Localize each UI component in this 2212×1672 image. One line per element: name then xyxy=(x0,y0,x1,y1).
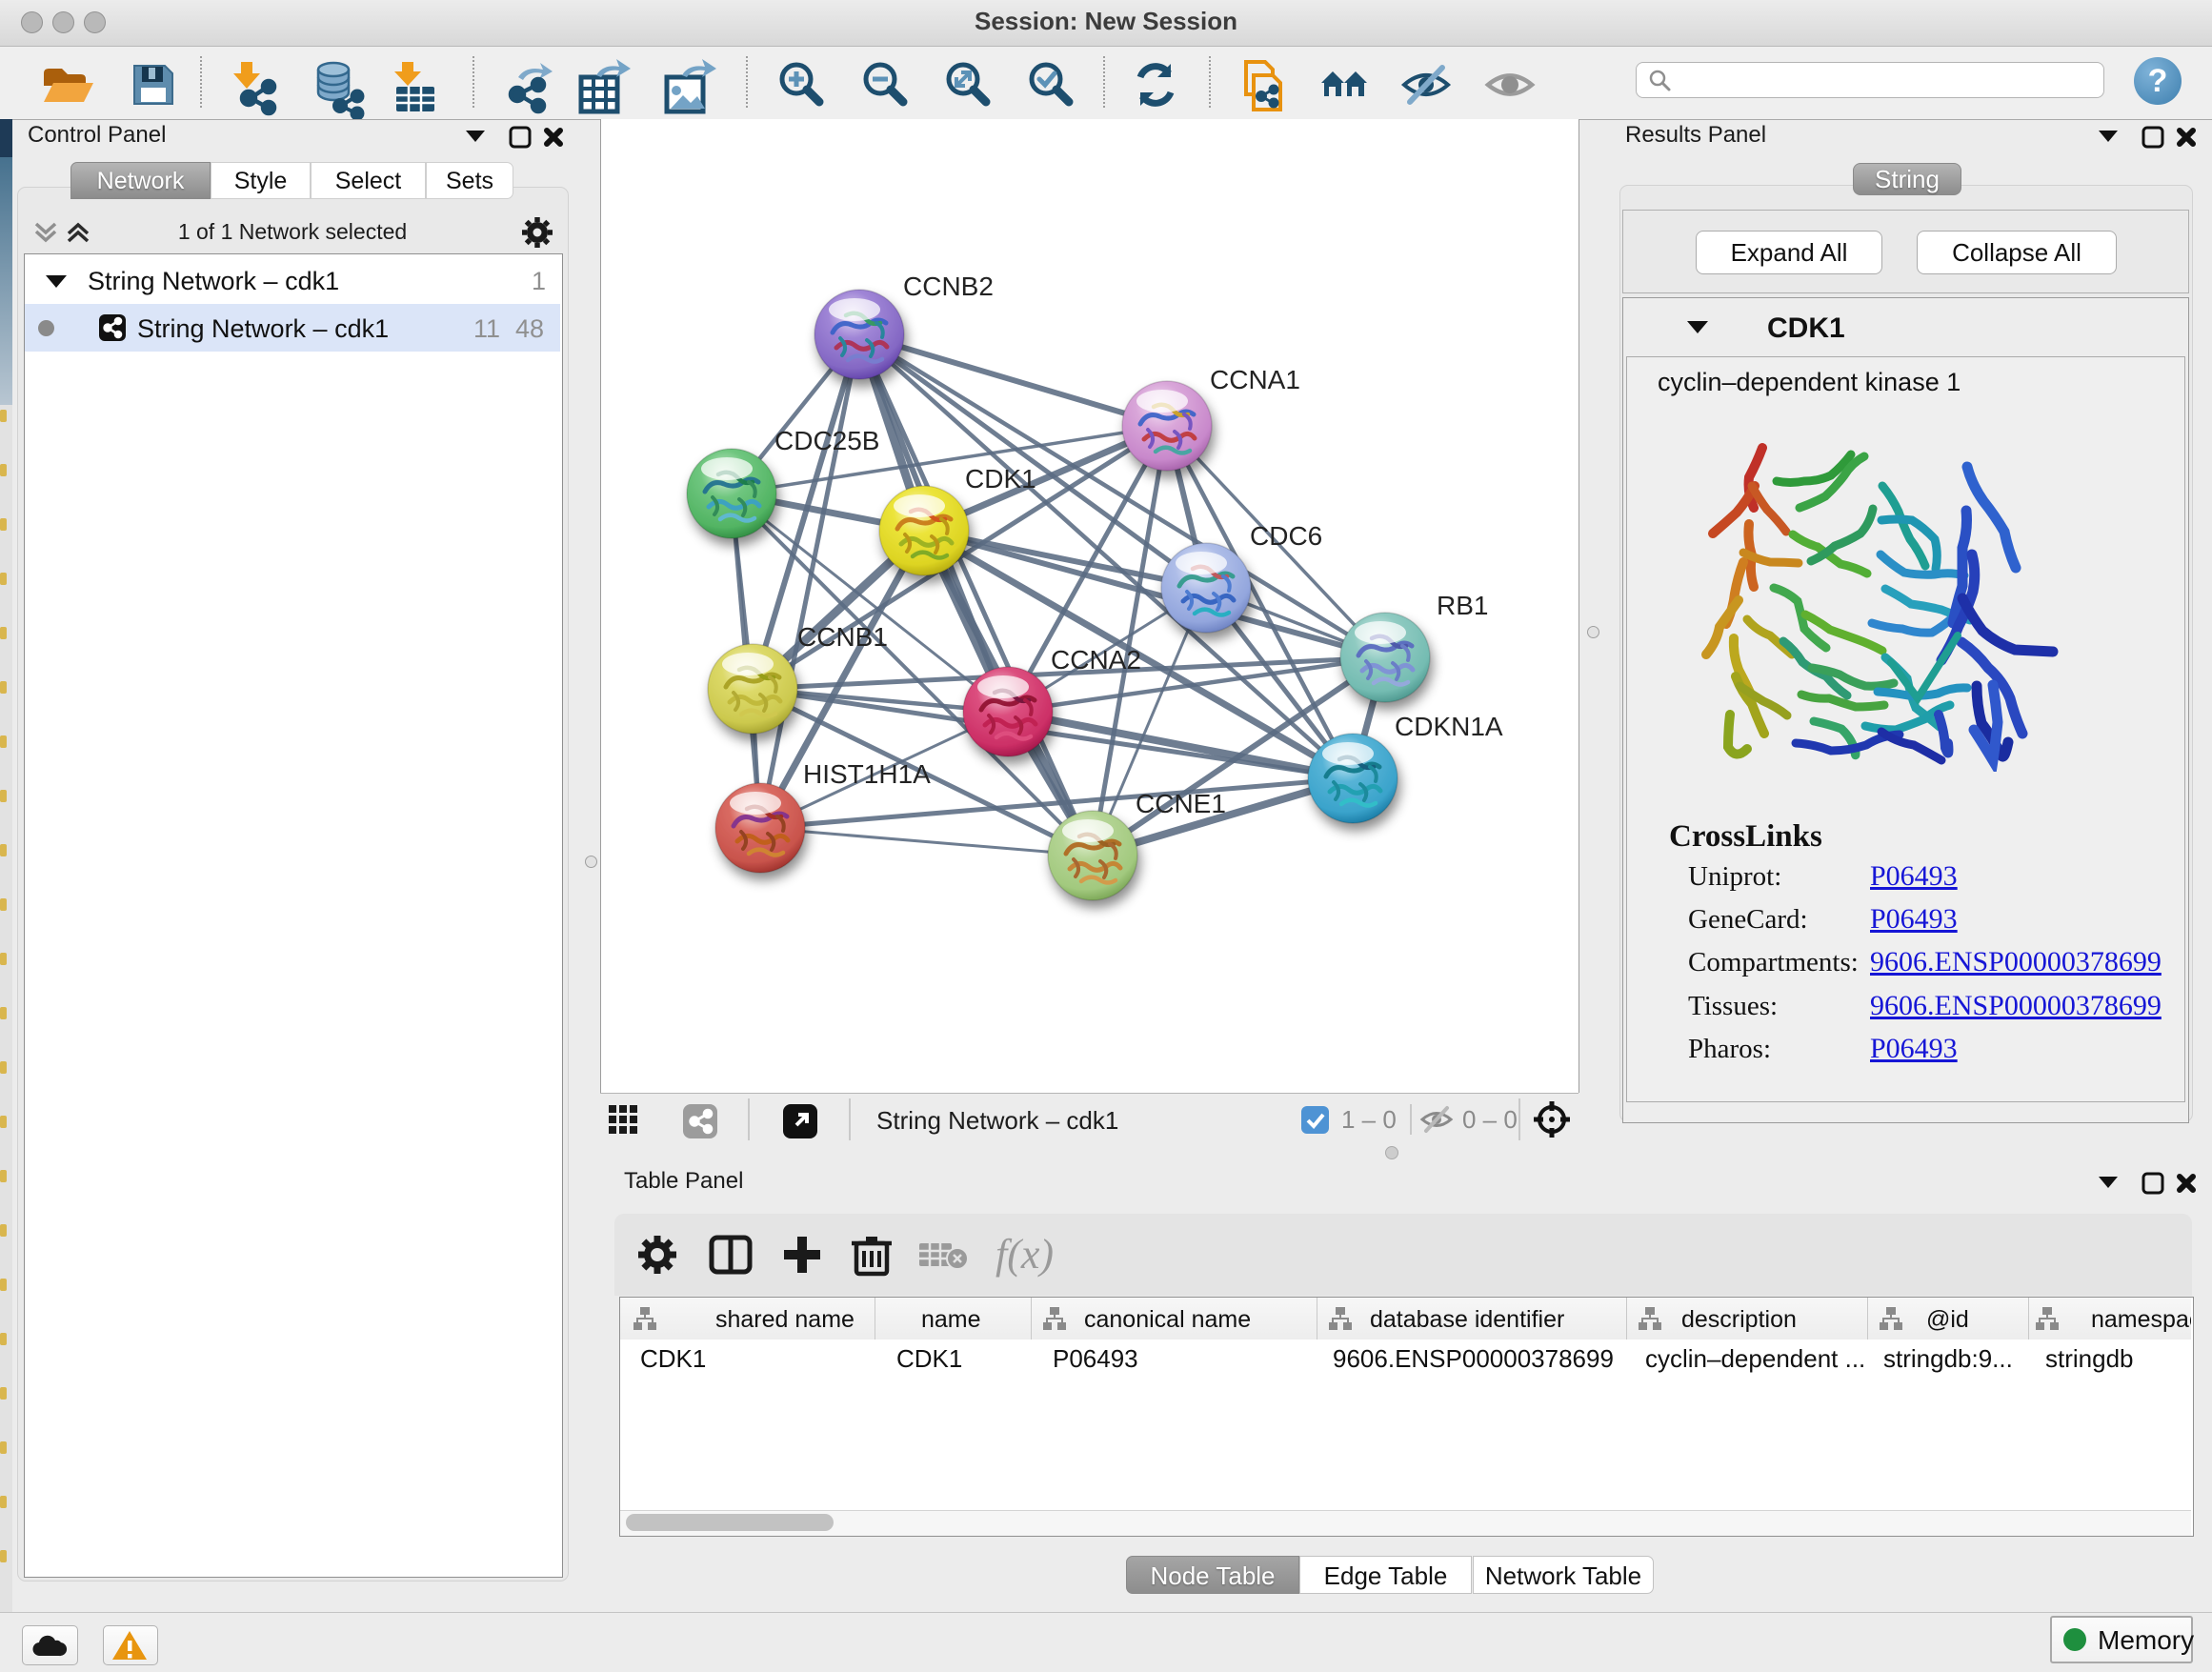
svg-text:database identifier: database identifier xyxy=(1370,1306,1564,1333)
svg-text:CCNA1: CCNA1 xyxy=(1210,365,1300,394)
svg-text:RB1: RB1 xyxy=(1437,591,1488,620)
svg-text:CDC6: CDC6 xyxy=(1250,521,1322,551)
svg-text:CDK1: CDK1 xyxy=(965,464,1036,494)
svg-text:@id: @id xyxy=(1926,1306,1969,1333)
svg-text:canonical name: canonical name xyxy=(1084,1306,1251,1333)
svg-text:String Network – cdk1: String Network – cdk1 xyxy=(876,1106,1118,1135)
svg-text:shared name: shared name xyxy=(715,1306,855,1333)
svg-text:f(x): f(x) xyxy=(995,1231,1054,1278)
svg-text:name: name xyxy=(921,1306,981,1333)
svg-text:CCNB2: CCNB2 xyxy=(903,272,994,301)
svg-text:1 – 0: 1 – 0 xyxy=(1341,1105,1397,1134)
svg-text:CCNE1: CCNE1 xyxy=(1136,789,1226,818)
svg-text:CDKN1A: CDKN1A xyxy=(1395,712,1503,741)
svg-text:HIST1H1A: HIST1H1A xyxy=(803,759,931,789)
svg-text:CDC25B: CDC25B xyxy=(774,426,879,455)
svg-text:description: description xyxy=(1681,1306,1797,1333)
svg-text:0 – 0: 0 – 0 xyxy=(1462,1105,1518,1134)
svg-text:namespac: namespac xyxy=(2091,1306,2191,1333)
svg-text:CCNA2: CCNA2 xyxy=(1051,645,1141,675)
svg-text:CCNB1: CCNB1 xyxy=(797,622,888,652)
